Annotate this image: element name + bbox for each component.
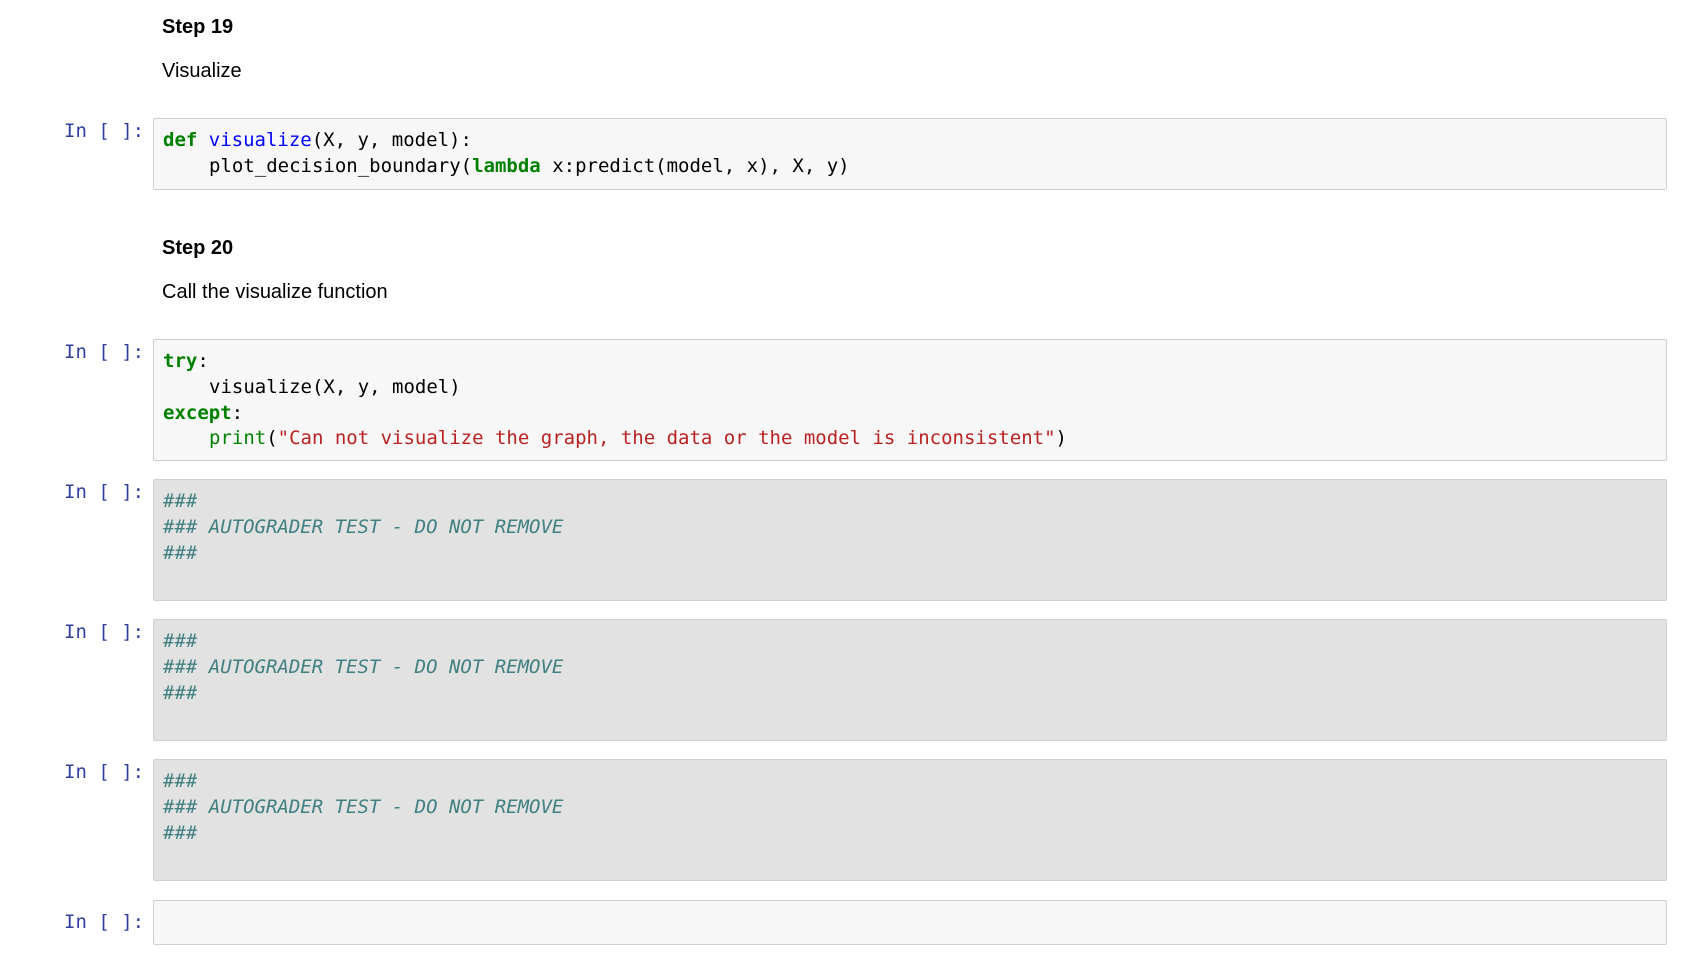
call-start: plot_decision_boundary( <box>209 154 473 177</box>
code-line: try: <box>163 349 1666 375</box>
cell-prompt: In [ ]: <box>64 341 145 363</box>
comment-line: ### <box>163 630 198 652</box>
string-literal: "Can not visualize the graph, the data o… <box>277 427 1056 450</box>
comment-line: ### <box>163 541 198 564</box>
step-19-heading: Step 19 <box>162 16 234 38</box>
cell-prompt: In [ ]: <box>64 911 145 933</box>
cell-prompt: In [ ]: <box>64 621 145 643</box>
cell-prompt: In [ ]: <box>64 120 145 142</box>
visualize-call: visualize(X, y, model) <box>209 375 461 398</box>
code-line: visualize(X, y, model) <box>163 375 1666 401</box>
comment-line: ### <box>163 770 198 792</box>
code-cell-try-visualize[interactable]: try: visualize(X, y, model) except: print("… <box>153 339 1667 461</box>
keyword-lambda: lambda <box>472 154 541 177</box>
call-rest: x:predict(model, x), X, y) <box>540 154 850 177</box>
autograder-cell[interactable]: ### ### AUTOGRADER TEST - DO NOT REMOVE ##… <box>153 759 1667 881</box>
builtin-print: print <box>209 427 267 450</box>
keyword-def: def <box>163 129 198 151</box>
step-20-heading: Step 20 <box>162 237 234 259</box>
step-19-text: Visualize <box>162 60 242 82</box>
cell-prompt: In [ ]: <box>64 481 145 503</box>
autograder-cell[interactable]: ### ### AUTOGRADER TEST - DO NOT REMOVE ##… <box>153 479 1667 601</box>
code-editor[interactable]: ### ### AUTOGRADER TEST - DO NOT REMOVE ##… <box>154 480 1666 566</box>
autograder-cell[interactable]: ### ### AUTOGRADER TEST - DO NOT REMOVE ##… <box>153 619 1667 741</box>
step-20-text: Call the visualize function <box>162 281 388 303</box>
cell-prompt: In [ ]: <box>64 761 145 783</box>
code-editor[interactable]: ### ### AUTOGRADER TEST - DO NOT REMOVE ##… <box>154 760 1666 846</box>
code-line: print("Can not visualize the graph, the … <box>163 426 1666 452</box>
comment-line: ### AUTOGRADER TEST - DO NOT REMOVE <box>163 515 564 538</box>
code-line: except: <box>163 401 1666 427</box>
comment-line: ### <box>163 821 198 844</box>
code-line: plot_decision_boundary(lambda x:predict(… <box>163 154 1666 180</box>
keyword-try: try <box>163 350 198 372</box>
function-args: (X, y, model): <box>311 129 472 151</box>
code-line: def visualize(X, y, model): <box>163 128 1666 154</box>
code-editor[interactable]: try: visualize(X, y, model) except: print("… <box>154 340 1666 452</box>
code-editor[interactable] <box>154 901 1666 910</box>
paren: ( <box>266 427 278 450</box>
code-cell-visualize-def[interactable]: def visualize(X, y, model): plot_decision… <box>153 118 1667 190</box>
colon: : <box>197 350 209 372</box>
comment-line: ### AUTOGRADER TEST - DO NOT REMOVE <box>163 655 564 678</box>
function-name: visualize <box>208 129 312 151</box>
keyword-except: except <box>163 401 232 424</box>
empty-code-cell[interactable] <box>153 900 1667 945</box>
code-editor[interactable]: def visualize(X, y, model): plot_decision… <box>154 119 1666 180</box>
comment-line: ### <box>163 490 198 512</box>
colon: : <box>231 401 244 424</box>
paren: ) <box>1055 427 1067 450</box>
comment-line: ### AUTOGRADER TEST - DO NOT REMOVE <box>163 795 564 818</box>
comment-line: ### <box>163 681 198 704</box>
code-editor[interactable]: ### ### AUTOGRADER TEST - DO NOT REMOVE ##… <box>154 620 1666 706</box>
